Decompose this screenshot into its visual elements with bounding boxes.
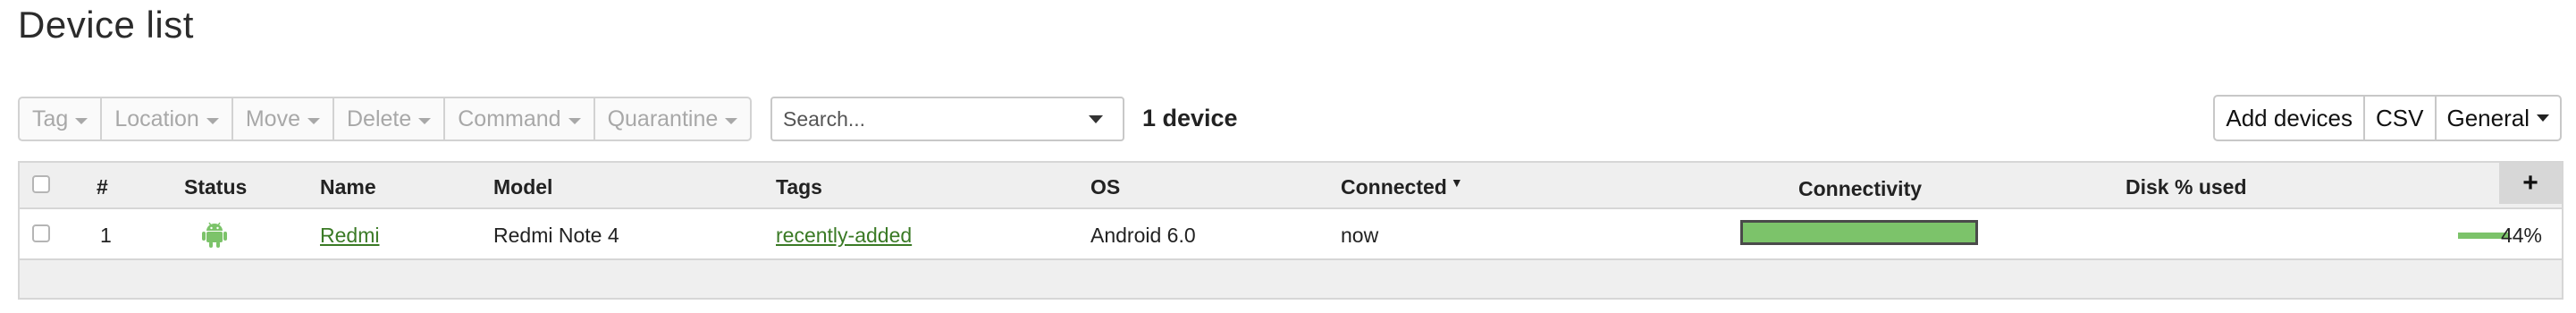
column-header-tags[interactable]: Tags — [776, 175, 822, 199]
disk-usage-percent: 44% — [2500, 224, 2542, 247]
move-button-label: Move — [245, 106, 300, 131]
caret-down-icon — [206, 117, 219, 124]
table-header: # Status Name Model Tags OS Connected ▼ C… — [20, 163, 2562, 209]
quarantine-button-label: Quarantine — [607, 106, 719, 131]
column-header-name[interactable]: Name — [320, 175, 376, 199]
select-all-checkbox[interactable] — [32, 175, 50, 193]
device-model: Redmi Note 4 — [493, 224, 619, 247]
column-header-os[interactable]: OS — [1090, 175, 1120, 199]
caret-down-icon[interactable] — [1089, 114, 1103, 123]
quarantine-dropdown-button[interactable]: Quarantine — [595, 98, 751, 140]
table-footer — [20, 258, 2562, 298]
caret-down-icon — [725, 117, 738, 124]
table-row[interactable]: 1 Redmi Redmi Note 4 recently-added Andr… — [20, 209, 2562, 259]
location-button-label: Location — [114, 106, 199, 131]
column-header-connectivity[interactable]: Connectivity — [1798, 177, 1922, 201]
device-name-link[interactable]: Redmi — [320, 224, 379, 248]
android-icon — [199, 218, 230, 249]
search-input[interactable] — [772, 98, 1089, 140]
caret-down-icon — [307, 117, 320, 124]
csv-button[interactable]: CSV — [2365, 97, 2437, 140]
column-header-disk[interactable]: Disk % used — [2126, 175, 2247, 199]
move-dropdown-button[interactable]: Move — [233, 98, 334, 140]
column-header-connected-wrap[interactable]: Connected ▼ — [1341, 175, 1463, 199]
column-header-number: # — [97, 175, 108, 199]
plus-icon: + — [2522, 168, 2538, 198]
column-header-model[interactable]: Model — [493, 175, 552, 199]
device-count: 1 device — [1142, 105, 1238, 131]
page-title: Device list — [18, 4, 194, 46]
caret-down-icon — [2537, 114, 2549, 122]
connectivity-bar-fill — [1743, 223, 1975, 242]
view-dropdown-label: General — [2446, 104, 2530, 131]
tag-dropdown-button[interactable]: Tag — [20, 98, 103, 140]
caret-down-icon — [75, 117, 88, 124]
view-dropdown-button[interactable]: General — [2437, 97, 2561, 140]
row-number: 1 — [100, 224, 112, 247]
search-dropdown[interactable] — [770, 97, 1124, 141]
tag-button-label: Tag — [32, 106, 69, 131]
add-column-button[interactable]: + — [2499, 163, 2562, 204]
sort-desc-icon: ▼ — [1450, 175, 1463, 190]
tag-link[interactable]: recently-added — [776, 224, 912, 248]
row-select-checkbox[interactable] — [32, 224, 50, 242]
location-dropdown-button[interactable]: Location — [102, 98, 233, 140]
delete-button-label: Delete — [346, 106, 412, 131]
command-dropdown-button[interactable]: Command — [445, 98, 595, 140]
device-table: # Status Name Model Tags OS Connected ▼ C… — [18, 161, 2563, 300]
caret-down-icon — [568, 117, 581, 124]
bulk-actions-toolbar: Tag Location Move Delete Command Quarant… — [18, 97, 753, 141]
column-header-connected: Connected — [1341, 175, 1447, 199]
device-os: Android 6.0 — [1090, 224, 1196, 247]
list-actions: Add devices CSV General — [2213, 95, 2562, 141]
delete-dropdown-button[interactable]: Delete — [334, 98, 446, 140]
connected-time: now — [1341, 224, 1379, 247]
add-devices-button[interactable]: Add devices — [2215, 97, 2366, 140]
column-header-status[interactable]: Status — [184, 175, 247, 199]
caret-down-icon — [418, 117, 432, 124]
connectivity-bar — [1740, 220, 1978, 245]
command-button-label: Command — [458, 106, 561, 131]
